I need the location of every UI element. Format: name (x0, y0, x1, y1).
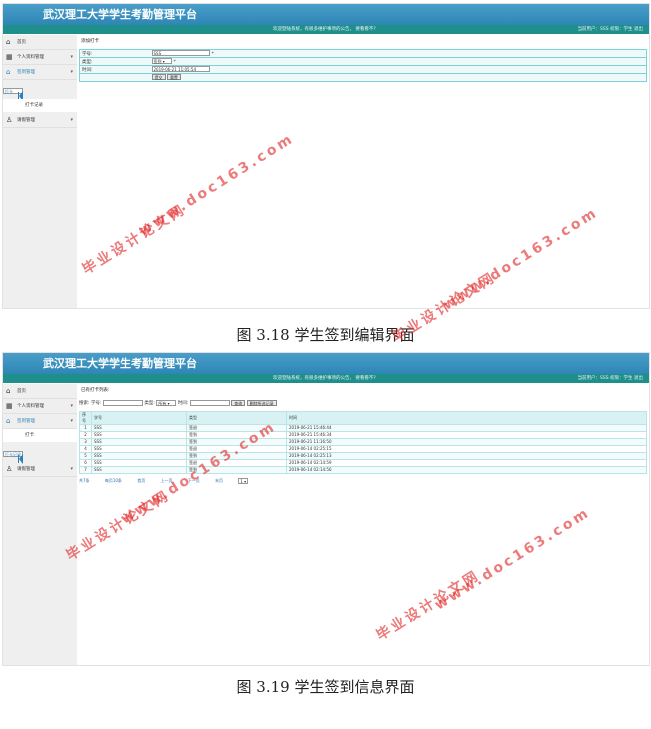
chevron-down-icon: ▾ (70, 403, 73, 409)
figure-caption-1: 图 3.18 学生签到编辑界面 (236, 326, 415, 344)
main-content: 已有打卡列表: 搜索: 学号: 类型: 所有 ▾ 时间: 查询 删除所选记录 序… (79, 386, 647, 484)
search-label: 搜索: (79, 401, 90, 406)
col-header-time: 时间 (286, 411, 647, 425)
delete-selected-button[interactable]: 删除所选记录 (246, 399, 277, 406)
sidebar-subitem-checkin[interactable]: 打卡 (3, 429, 77, 443)
pager-per-page: 每页10条 (104, 478, 122, 483)
time-label: 时间: (177, 401, 189, 406)
user-icon: ♙ (6, 465, 13, 473)
col-header-type: 类型 (186, 411, 287, 425)
sidebar: ⌂ 首页 ▦ 个人资料管理 ▾ ⌂ 签到管理 ▾ 打卡 打卡记录 ♙ 请假管理 ▾ (3, 384, 77, 665)
sidebar-item-checkin-mgmt[interactable]: ⌂ 签到管理 ▾ (3, 65, 77, 80)
table-row[interactable]: 6 SSS 签退 2019-06-14 02:14:59 (79, 459, 647, 467)
user-icon: ♙ (6, 116, 13, 124)
breadcrumb: 已有打卡列表: (81, 388, 110, 393)
checkin-form: 学号: SSS * 类型: 签到 ▾ * 时间: 2019-06-21 11:05:… (79, 49, 647, 82)
sidebar-subitem-checkin[interactable]: 打卡 (3, 87, 23, 101)
page-select[interactable]: 1 ▾ (238, 478, 249, 484)
table-row[interactable]: 7 SSS 签到 2019-06-14 02:14:56 (79, 466, 647, 474)
sidebar-item-personal[interactable]: ▦ 个人资料管理 ▾ (3, 50, 77, 65)
sidebar-item-checkin-mgmt[interactable]: ⌂ 签到管理 ▾ (3, 414, 77, 429)
col-header-index: 序号 (79, 411, 92, 425)
checkin-table: 序号 学号 类型 时间 1 SSS 签退 2019-06-21 15:46:44 2S… (79, 411, 647, 474)
sidebar-subitem-records[interactable]: 打卡记录 (3, 450, 23, 464)
welcome-text: 欢迎登陆系统，有很多维护事项的公告， 要看看不? (273, 27, 376, 32)
student-id-label: 学号: (90, 401, 102, 406)
sidebar-item-leave[interactable]: ♙ 请假管理 ▾ (3, 462, 77, 477)
home-icon: ⌂ (6, 38, 11, 46)
pagination: 共7条 每页10条 首页 上一页 下一页 末页 1 ▾ (79, 478, 647, 484)
time-input[interactable]: 2019-06-21 11:05:54 (151, 66, 210, 73)
pager-total: 共7条 (79, 478, 90, 483)
chevron-down-icon: ▾ (70, 54, 73, 60)
pager-next-link[interactable]: 下一页 (188, 478, 200, 483)
top-status-bar: 欢迎登陆系统，有很多维护事项的公告， 要看看不? 当前用户：SSS 权限：学生 … (3, 374, 649, 383)
time-search-input[interactable] (189, 399, 230, 406)
required-mark: * (173, 59, 176, 65)
reset-button[interactable]: 重置 (166, 74, 181, 81)
submit-button[interactable]: 提交 (151, 74, 166, 81)
user-info[interactable]: 当前用户：SSS 权限：学生 退出 (578, 25, 643, 34)
sidebar-item-home[interactable]: ⌂ 首页 (3, 384, 77, 399)
table-row[interactable]: 4 SSS 签退 2019-06-14 02:25:15 (79, 445, 647, 453)
table-row[interactable]: 3 SSS 签到 2019-06-21 11:16:50 (79, 438, 647, 446)
breadcrumb: 添加打卡 (81, 39, 99, 44)
chevron-down-icon: ▾ (70, 466, 73, 472)
home-icon: ⌂ (6, 68, 11, 76)
student-id-search-input[interactable] (102, 399, 143, 406)
type-filter-select[interactable]: 所有 ▾ (156, 399, 177, 406)
sidebar-subitem-records[interactable]: 打卡记录 (3, 99, 77, 113)
screenshot-checkin-edit: 武汉理工大学学生考勤管理平台 欢迎登陆系统，有很多维护事项的公告， 要看看不? … (2, 3, 650, 309)
user-info[interactable]: 当前用户：SSS 权限：学生 退出 (578, 374, 643, 383)
table-row[interactable]: 5 SSS 签到 2019-06-14 02:25:13 (79, 452, 647, 460)
top-status-bar: 欢迎登陆系统，有很多维护事项的公告， 要看看不? 当前用户：SSS 权限：学生 … (3, 25, 649, 34)
search-button[interactable]: 查询 (231, 399, 246, 406)
type-label: 类型: (144, 401, 155, 406)
search-bar: 搜索: 学号: 类型: 所有 ▾ 时间: 查询 删除所选记录 (79, 399, 647, 408)
welcome-text: 欢迎登陆系统，有很多维护事项的公告， 要看看不? (273, 376, 376, 381)
pager-last-link[interactable]: 末页 (215, 478, 223, 483)
col-header-student-id: 学号 (91, 411, 187, 425)
required-mark: * (211, 51, 214, 57)
student-id-input[interactable]: SSS (151, 50, 210, 57)
home-icon: ⌂ (6, 417, 11, 425)
time-label: 时间: (79, 65, 150, 74)
app-title: 武汉理工大学学生考勤管理平台 (3, 353, 649, 374)
screenshot-checkin-list: 武汉理工大学学生考勤管理平台 欢迎登陆系统，有很多维护事项的公告， 要看看不? … (2, 352, 650, 666)
chevron-down-icon: ▾ (70, 117, 73, 123)
student-id-label: 学号: (79, 49, 150, 58)
main-content: 添加打卡 学号: SSS * 类型: 签到 ▾ * 时间: 2019-06-21 1… (79, 37, 647, 82)
figure-caption-2: 图 3.19 学生签到信息界面 (236, 678, 415, 696)
type-select[interactable]: 签到 ▾ (151, 58, 172, 65)
app-title: 武汉理工大学学生考勤管理平台 (3, 4, 649, 25)
pager-prev-link[interactable]: 上一页 (160, 478, 172, 483)
sidebar-item-personal[interactable]: ▦ 个人资料管理 ▾ (3, 399, 77, 414)
table-row[interactable]: 2 SSS 签到 2019-06-21 15:46:34 (79, 431, 647, 439)
grid-icon: ▦ (6, 53, 13, 61)
chevron-down-icon: ▾ (70, 69, 73, 75)
home-icon: ⌂ (6, 387, 11, 395)
type-label: 类型: (79, 57, 150, 66)
grid-icon: ▦ (6, 402, 13, 410)
sidebar-item-leave[interactable]: ♙ 请假管理 ▾ (3, 113, 77, 128)
chevron-down-icon: ▾ (70, 418, 73, 424)
sidebar-item-home[interactable]: ⌂ 首页 (3, 35, 77, 50)
sidebar: ⌂ 首页 ▦ 个人资料管理 ▾ ⌂ 签到管理 ▾ 打卡 打卡记录 ♙ 请假管理 ▾ (3, 35, 77, 308)
table-row[interactable]: 1 SSS 签退 2019-06-21 15:46:44 (79, 424, 647, 432)
pager-first-link[interactable]: 首页 (137, 478, 145, 483)
